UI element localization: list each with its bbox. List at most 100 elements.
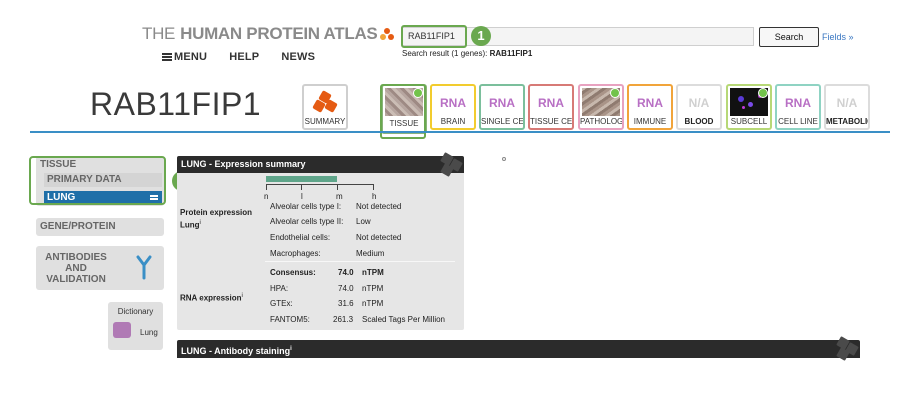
menu-antibodies-label: ANTIBODIES AND VALIDATION [45, 252, 107, 285]
tab-metabolic[interactable]: N/A METABOLIC [824, 84, 870, 130]
tabs-divider [30, 131, 890, 133]
main-nav: MENU HELP NEWS [162, 51, 337, 63]
search-result-prefix: Search result (1 genes): [402, 49, 490, 58]
rna-source: HPA: [270, 284, 289, 293]
scale-label-l: l [301, 192, 303, 201]
nav-menu[interactable]: MENU [162, 51, 207, 63]
protein-cell-type: Alveolar cells type I: [270, 202, 342, 211]
status-dot-icon [758, 88, 768, 98]
tab-metabolic-label: METABOLIC [826, 117, 868, 126]
panel-hex-icon [834, 336, 859, 361]
tab-single-cell-rna: RNA [489, 96, 515, 110]
menu-highlight-frame [29, 156, 166, 205]
antibody-icon [136, 255, 152, 280]
expression-summary-panel: LUNG - Expression summary Protein expres… [177, 152, 464, 330]
rna-expression-label: RNA expressioni [180, 293, 243, 303]
rna-unit: Scaled Tags Per Million [362, 315, 446, 324]
tab-immune[interactable]: RNA IMMUNE [627, 84, 673, 130]
info-icon[interactable]: i [242, 293, 243, 299]
rna-value: 261.3 [333, 315, 354, 324]
expression-summary-title: LUNG - Expression summary [177, 152, 464, 177]
tab-tissue-cell[interactable]: RNA TISSUE CELL [528, 84, 574, 130]
tab-subcell-label: SUBCELL [730, 117, 768, 126]
tab-tissue-cell-label: TISSUE CELL [530, 117, 572, 126]
tab-pathology-label: PATHOLOGY [580, 117, 622, 126]
antibody-staining-panel: LUNG - Antibody stainingi [177, 336, 860, 361]
tab-blood[interactable]: N/A BLOOD [676, 84, 722, 130]
protein-expression-text: Protein expression [180, 208, 253, 217]
logo-text-thin: THE [142, 24, 176, 43]
protein-expression-sub: Lung [180, 220, 200, 230]
lung-tissue-icon [113, 322, 131, 338]
expression-level-bar [266, 176, 337, 182]
tab-brain-label: BRAIN [440, 117, 466, 126]
antibody-staining-title: LUNG - Antibody staining [181, 346, 291, 356]
tab-tissue-cell-rna: RNA [538, 96, 564, 110]
tab-blood-label: BLOOD [684, 117, 714, 126]
dictionary-box[interactable]: Dictionary Lung [108, 302, 163, 350]
expression-scale [266, 184, 374, 192]
protein-cell-type: Alveolar cells type II: [270, 217, 344, 226]
rna-source: Consensus: [270, 268, 316, 277]
tab-summary-label: SUMMARY [304, 117, 346, 126]
tab-blood-na: N/A [688, 96, 710, 110]
dictionary-item[interactable]: Lung [140, 328, 158, 337]
hpa-logo[interactable]: THE HUMAN PROTEIN ATLAS [142, 24, 395, 44]
panel-hex-icon [438, 152, 463, 177]
search-result-gene[interactable]: RAB11FIP1 [490, 49, 533, 58]
rna-value: 31.6 [338, 299, 354, 308]
tab-summary[interactable]: SUMMARY [302, 84, 348, 130]
protein-expression-label: Protein expression [180, 208, 252, 217]
search-button[interactable]: Search [759, 27, 819, 47]
dictionary-heading: Dictionary [117, 307, 154, 316]
protein-expression-tissue: Lungi [180, 220, 201, 230]
search-result-text: Search result (1 genes): RAB11FIP1 [402, 49, 532, 58]
panel-separator [265, 261, 455, 262]
rna-unit: nTPM [362, 284, 384, 293]
tab-cell-line-rna: RNA [785, 96, 811, 110]
logo-text-bold: HUMAN PROTEIN ATLAS [180, 24, 378, 43]
rna-expression-text: RNA expression [180, 293, 242, 303]
expression-summary-title-text: LUNG - Expression summary [181, 159, 306, 169]
protein-cell-type: Macrophages: [270, 249, 321, 258]
tab-metabolic-na: N/A [836, 96, 858, 110]
tab-pathology[interactable]: PATHOLOGY [578, 84, 624, 130]
rna-unit: nTPM [362, 268, 384, 277]
hamburger-icon [162, 53, 172, 61]
rna-value: 74.0 [338, 284, 354, 293]
tab-cell-line-label: CELL LINE [778, 117, 818, 126]
search-highlight-frame [401, 25, 467, 48]
tab-cell-line[interactable]: RNA CELL LINE [775, 84, 821, 130]
scale-label-m: m [336, 192, 343, 201]
scale-label-h: h [372, 192, 377, 201]
scale-label-n: n [264, 192, 269, 201]
menu-gene-protein[interactable]: GENE/PROTEIN [36, 218, 164, 236]
tab-subcell[interactable]: SUBCELL [726, 84, 772, 130]
tab-immune-label: IMMUNE [633, 117, 667, 126]
logo-dots-icon [380, 28, 395, 40]
tab-brain[interactable]: RNA BRAIN [430, 84, 476, 130]
rna-value: 74.0 [338, 268, 354, 277]
rna-source: FANTOM5: [270, 315, 310, 324]
rna-unit: nTPM [362, 299, 384, 308]
protein-level: Not detected [356, 233, 402, 242]
tab-single-cell[interactable]: RNA SINGLE CELL [479, 84, 525, 130]
protein-level: Low [356, 217, 371, 226]
rna-source: GTEx: [270, 299, 293, 308]
tab-single-cell-label: SINGLE CELL [481, 117, 523, 126]
tab-brain-rna: RNA [440, 96, 466, 110]
gene-title: RAB11FIP1 [90, 86, 262, 122]
info-icon[interactable]: i [200, 220, 201, 226]
step-badge-1: 1 [471, 26, 491, 46]
protein-cell-type: Endothelial cells: [270, 233, 331, 242]
menu-antibodies[interactable]: ANTIBODIES AND VALIDATION [36, 246, 164, 290]
nav-help[interactable]: HELP [229, 51, 259, 63]
nav-menu-label: MENU [174, 51, 208, 63]
tab-immune-rna: RNA [637, 96, 663, 110]
status-dot-icon [610, 88, 620, 98]
fields-link[interactable]: Fields » [822, 32, 854, 42]
nav-news[interactable]: NEWS [281, 51, 315, 63]
info-icon[interactable]: i [290, 346, 292, 352]
loading-indicator-icon [502, 157, 506, 161]
protein-level: Medium [356, 249, 385, 258]
